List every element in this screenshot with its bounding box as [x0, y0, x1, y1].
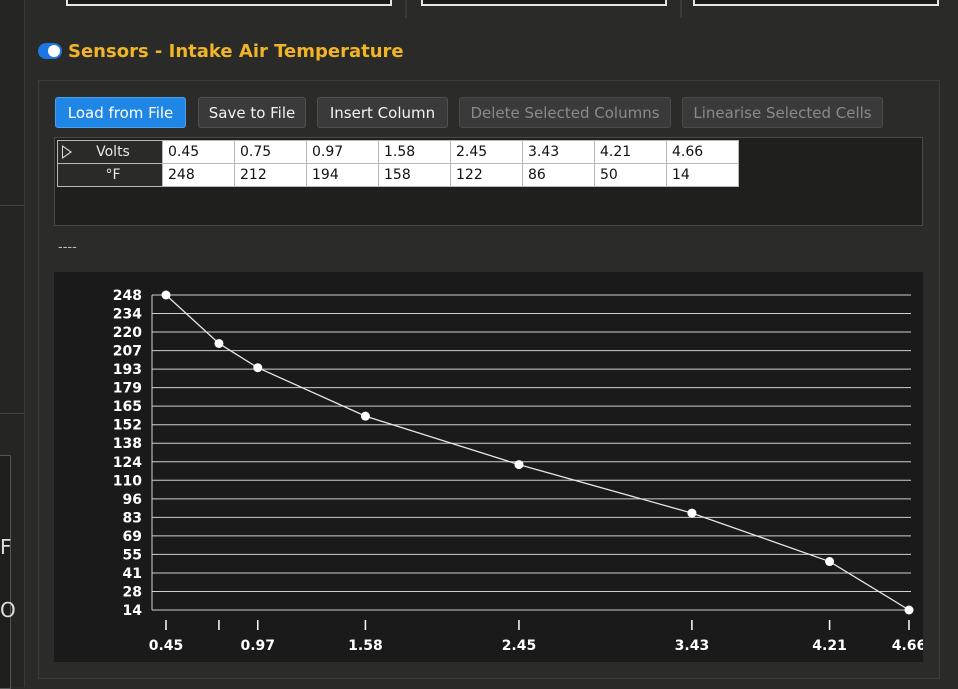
y-tick-label: 55 [123, 547, 142, 563]
x-tick-label: 0.97 [240, 638, 275, 654]
calibration-table: Volts 0.45 0.75 0.97 1.58 2.45 3.43 4.21… [57, 140, 739, 187]
x-tick-label: 2.45 [502, 638, 537, 654]
background-frame [66, 0, 392, 6]
y-tick-label: 83 [123, 510, 142, 526]
background-left-box [0, 455, 11, 689]
y-tick-label: 165 [113, 399, 142, 415]
table-cell[interactable]: 4.66 [666, 140, 739, 164]
x-tick-label: 1.58 [348, 638, 383, 654]
data-point [904, 605, 914, 615]
y-tick-label: 96 [123, 492, 142, 508]
y-tick-label: 69 [123, 529, 142, 545]
table-cell[interactable]: 0.97 [306, 140, 379, 164]
sensor-curve-chart[interactable]: 248 234 220 207 193 179 165 152 138 124 110 96 83 69 5… [54, 272, 927, 662]
x-tick-label: 4.21 [812, 638, 847, 654]
table-cell[interactable]: 194 [306, 163, 379, 187]
background-glyph: F [0, 535, 12, 559]
table-cell[interactable]: 2.45 [450, 140, 523, 164]
status-text: ---- [58, 240, 77, 255]
y-tick-label: 179 [113, 381, 142, 397]
y-tick-label: 152 [113, 418, 142, 434]
panel-header: Sensors - Intake Air Temperature [38, 38, 404, 64]
y-tick-label: 124 [113, 455, 142, 471]
chart-area: 248 234 220 207 193 179 165 152 138 124 110 96 83 69 5… [54, 272, 927, 662]
data-point [214, 338, 224, 348]
table-row-volts: Volts 0.45 0.75 0.97 1.58 2.45 3.43 4.21… [57, 140, 739, 164]
table-cell[interactable]: 248 [162, 163, 235, 187]
data-point [253, 363, 263, 373]
y-tick-label: 138 [113, 436, 142, 452]
table-cell[interactable]: 3.43 [522, 140, 595, 164]
divider [0, 205, 24, 206]
data-point [360, 411, 370, 421]
table-cell[interactable]: 4.21 [594, 140, 667, 164]
row-header-volts[interactable]: Volts [57, 140, 163, 164]
background-frame [693, 0, 939, 6]
x-tick-label: 3.43 [675, 638, 710, 654]
table-cell[interactable]: 14 [666, 163, 739, 187]
y-tick-label: 248 [113, 288, 142, 304]
y-tick-label: 41 [123, 566, 142, 582]
load-from-file-button[interactable]: Load from File [55, 97, 186, 128]
series-line [165, 294, 910, 611]
data-point [514, 460, 524, 470]
panel-toggle-switch[interactable] [38, 43, 62, 59]
table-cell[interactable]: 1.58 [378, 140, 451, 164]
data-point [687, 508, 697, 518]
divider [680, 0, 682, 18]
y-tick-label: 220 [113, 325, 142, 341]
row-header-temp[interactable]: °F [57, 163, 163, 187]
background-glyph: O [0, 598, 16, 622]
table-cell[interactable]: 86 [522, 163, 595, 187]
save-to-file-button[interactable]: Save to File [198, 97, 306, 128]
table-cell[interactable]: 122 [450, 163, 523, 187]
table-row-temp: °F 248 212 194 158 122 86 50 14 [57, 163, 739, 187]
row-selector-arrow-icon [62, 145, 72, 159]
x-tick-label: 0.45 [149, 638, 184, 654]
y-tick-label: 234 [113, 307, 142, 323]
y-tick-label: 110 [113, 473, 142, 489]
divider [405, 0, 407, 18]
data-point [825, 557, 835, 567]
panel-title: Sensors - Intake Air Temperature [68, 40, 404, 62]
y-tick-label: 207 [113, 344, 142, 360]
background-frame [421, 0, 667, 6]
table-cell[interactable]: 0.75 [234, 140, 307, 164]
table-cell[interactable]: 0.45 [162, 140, 235, 164]
table-cell[interactable]: 212 [234, 163, 307, 187]
x-tick-label: 4.66 [892, 638, 923, 654]
delete-selected-columns-button[interactable]: Delete Selected Columns [459, 97, 671, 128]
divider [0, 413, 24, 414]
y-tick-label: 14 [123, 603, 143, 619]
table-cell[interactable]: 158 [378, 163, 451, 187]
y-tick-label: 28 [123, 584, 142, 600]
insert-column-button[interactable]: Insert Column [317, 97, 448, 128]
data-point [161, 290, 171, 300]
linearise-selected-cells-button[interactable]: Linearise Selected Cells [682, 97, 883, 128]
table-cell[interactable]: 50 [594, 163, 667, 187]
y-tick-label: 193 [113, 362, 142, 378]
